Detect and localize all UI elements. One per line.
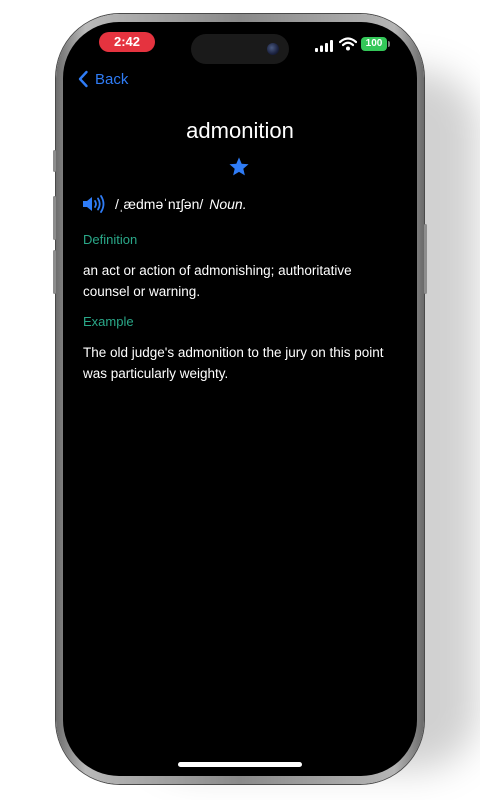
power-button — [424, 224, 427, 294]
volume-up-button — [53, 196, 56, 240]
action-button — [53, 150, 56, 172]
definition-heading: Definition — [83, 232, 138, 247]
screen: 2:42 100 Back admonition /ˌædməˈnɪʃən/ N… — [63, 22, 417, 776]
wifi-icon — [339, 37, 357, 51]
home-indicator[interactable] — [178, 762, 302, 767]
chevron-left-icon — [78, 70, 88, 88]
example-heading: Example — [83, 314, 134, 329]
battery-tip — [388, 41, 390, 47]
signal-icon — [315, 40, 333, 52]
back-label: Back — [95, 70, 129, 88]
device-stage: 2:42 100 Back admonition /ˌædməˈnɪʃən/ N… — [0, 0, 480, 800]
dynamic-island — [191, 34, 289, 64]
star-icon[interactable] — [228, 156, 250, 178]
word-title: admonition — [186, 118, 294, 143]
pronunciation-row: /ˌædməˈnɪʃən/ Noun. — [81, 192, 247, 216]
camera-icon — [267, 43, 279, 55]
volume-down-button — [53, 250, 56, 294]
back-button[interactable]: Back — [77, 68, 128, 90]
speaker-icon[interactable] — [81, 194, 107, 214]
example-text: The old judge's admonition to the jury o… — [83, 345, 384, 381]
part-of-speech: Noun. — [209, 196, 247, 212]
battery-indicator: 100 — [361, 37, 387, 51]
status-time: 2:42 — [99, 32, 155, 52]
pronunciation-text: /ˌædməˈnɪʃən/ — [115, 196, 204, 212]
definition-text: an act or action of admonishing; authori… — [83, 263, 352, 299]
